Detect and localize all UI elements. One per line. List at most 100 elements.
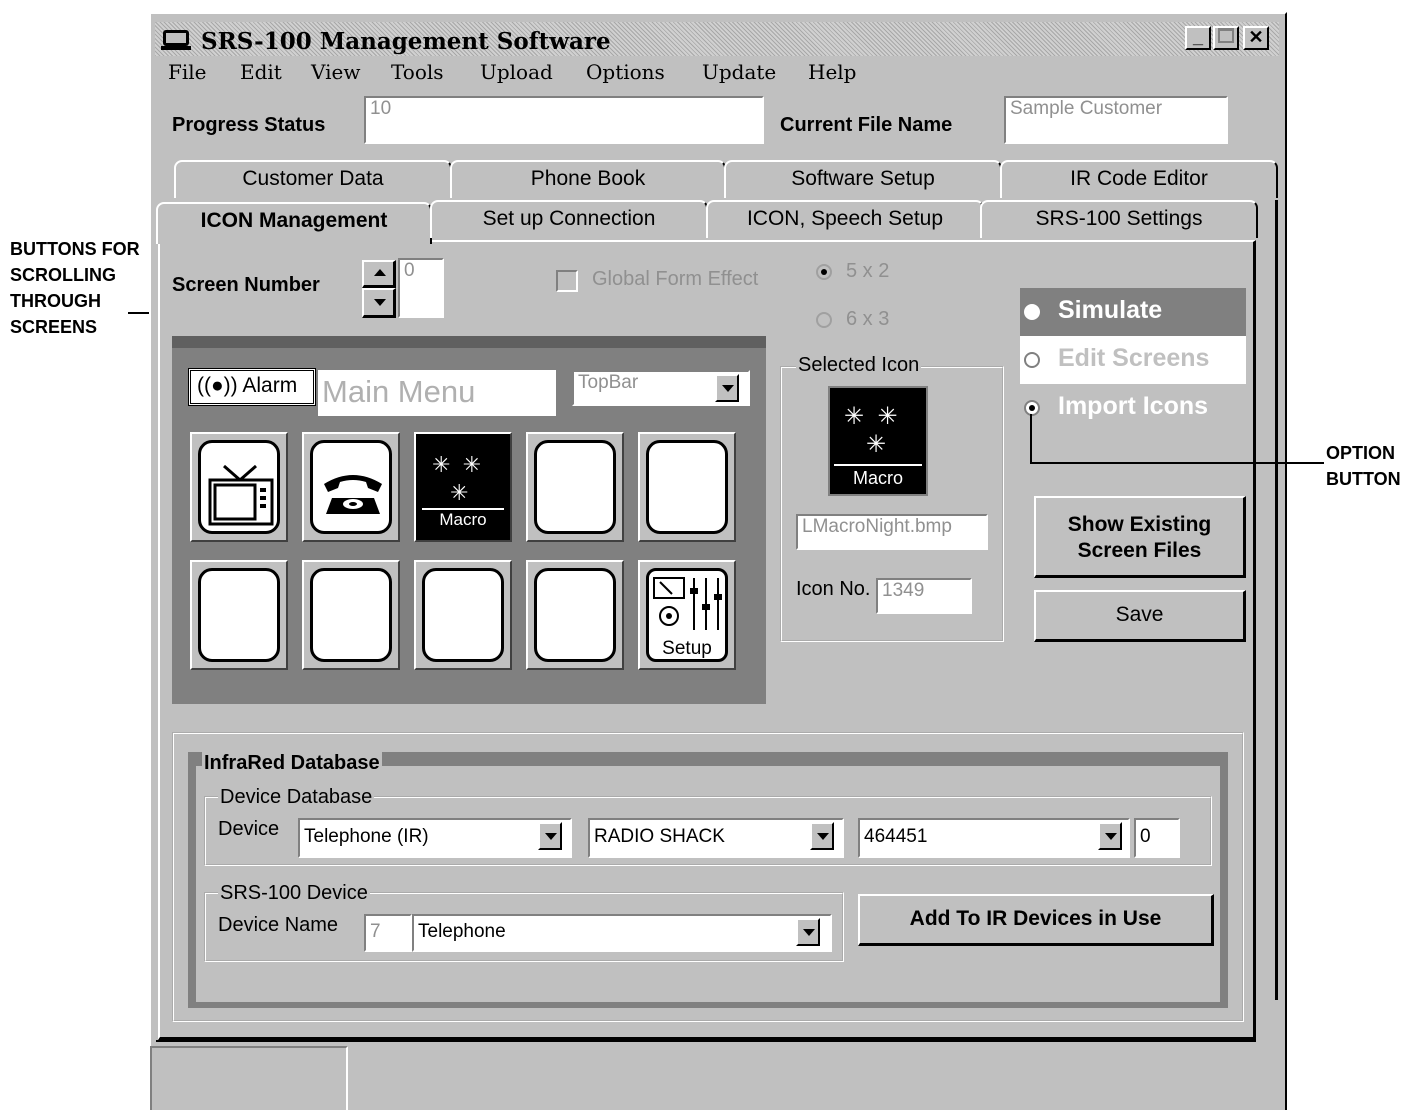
tv-icon xyxy=(208,464,274,526)
star-icon: ✳ xyxy=(866,431,887,458)
simulate-option[interactable]: Simulate xyxy=(1020,288,1246,336)
empty-slot-frame xyxy=(534,568,616,662)
layout-5x2-label: 5 x 2 xyxy=(846,260,890,282)
device-name-dropdown-button[interactable] xyxy=(796,918,820,946)
menu-view[interactable]: View xyxy=(311,60,360,84)
global-form-effect-checkbox[interactable] xyxy=(556,270,578,292)
screen-title-field[interactable]: Main Menu xyxy=(318,370,556,416)
save-button[interactable]: Save xyxy=(1034,590,1246,642)
tab-software-setup[interactable]: Software Setup xyxy=(724,160,1002,198)
menu-upload[interactable]: Upload xyxy=(480,60,553,84)
screen-preview: ((●)) Alarm Main Menu TopBar ✳ ✳ ✳ Macro… xyxy=(172,336,766,704)
device-dropdown-button[interactable] xyxy=(538,822,562,850)
edit-screens-option[interactable]: Edit Screens xyxy=(1020,336,1246,384)
tab-ir-code-editor[interactable]: IR Code Editor xyxy=(1000,160,1278,198)
tab-setup-connection[interactable]: Set up Connection xyxy=(430,200,708,238)
simulate-radio[interactable] xyxy=(1024,304,1040,320)
device-name-label: Device Name xyxy=(218,914,339,936)
menu-tools[interactable]: Tools xyxy=(391,60,444,84)
macro-divider xyxy=(834,464,922,466)
icon-slot-empty-1[interactable] xyxy=(526,432,624,542)
icon-no-label: Icon No. xyxy=(796,578,871,600)
code-select[interactable]: 464451 xyxy=(858,818,1130,858)
phone-icon xyxy=(324,475,382,514)
icon-slot-macro[interactable]: ✳ ✳ ✳ Macro xyxy=(414,432,512,542)
setup-label: Setup xyxy=(662,638,712,659)
alarm-icon: ((●)) xyxy=(197,374,238,397)
macro-label: Macro xyxy=(439,510,487,529)
alarm-button[interactable]: ((●)) Alarm xyxy=(188,368,316,406)
minimize-button[interactable]: _ xyxy=(1185,26,1211,50)
status-bar-pane xyxy=(150,1046,348,1110)
star-icon: ✳ xyxy=(450,480,469,505)
current-file-field[interactable]: Sample Customer xyxy=(1004,96,1228,144)
code-dropdown-button[interactable] xyxy=(1098,822,1122,850)
empty-slot-frame xyxy=(422,568,504,662)
device-number-field[interactable]: 7 xyxy=(364,914,412,952)
annotation-line-right-down xyxy=(1030,414,1032,463)
app-icon xyxy=(163,30,189,46)
icon-slot-empty-2[interactable] xyxy=(638,432,736,542)
annotation-option-button: OPTION BUTTON xyxy=(1326,443,1401,489)
device-database-label: Device Database xyxy=(218,786,375,809)
menu-file[interactable]: File xyxy=(168,60,207,84)
icon-slot-empty-3[interactable] xyxy=(190,560,288,670)
menu-options[interactable]: Options xyxy=(586,60,665,84)
import-icons-radio[interactable] xyxy=(1024,400,1040,416)
device-name-select[interactable]: Telephone xyxy=(412,914,832,952)
scroll-up-button[interactable] xyxy=(362,260,396,288)
add-to-ir-devices-button[interactable]: Add To IR Devices in Use xyxy=(858,894,1214,946)
stars-icon: ✳ ✳ xyxy=(844,403,898,430)
device-label: Device xyxy=(218,818,280,840)
tab-customer-data[interactable]: Customer Data xyxy=(174,160,452,198)
icon-no-field[interactable]: 1349 xyxy=(876,578,972,614)
annotation-line-right xyxy=(1030,462,1324,464)
layout-5x2-radio[interactable] xyxy=(816,264,832,280)
tab-icon-management[interactable]: ICON Management xyxy=(156,202,432,244)
icon-slot-phone[interactable] xyxy=(302,432,400,542)
menu-help[interactable]: Help xyxy=(808,60,856,84)
show-existing-screen-files-button[interactable]: Show Existing Screen Files xyxy=(1034,496,1246,578)
menu-edit[interactable]: Edit xyxy=(240,60,282,84)
arrow-down-icon xyxy=(374,299,386,306)
tab-panel-back-edge xyxy=(1256,200,1278,1000)
scroll-down-button[interactable] xyxy=(362,288,396,318)
icon-slot-setup[interactable]: Setup xyxy=(638,560,736,670)
window-title: SRS-100 Management Software xyxy=(201,28,611,55)
code-index-field[interactable]: 0 xyxy=(1134,818,1180,858)
global-form-effect-label: Global Form Effect xyxy=(592,268,759,290)
progress-status-field[interactable]: 10 xyxy=(364,96,764,144)
setup-icon xyxy=(653,577,722,630)
tab-icon-speech-setup[interactable]: ICON, Speech Setup xyxy=(706,200,984,238)
topbar-dropdown-button[interactable] xyxy=(715,374,739,402)
title-bar[interactable]: SRS-100 Management Software _ ✕ xyxy=(155,22,1279,56)
annotation-scroll-buttons: BUTTONS FOR SCROLLING THROUGH SCREENS xyxy=(10,239,140,337)
maximize-button[interactable] xyxy=(1213,26,1239,50)
screen-number-field[interactable]: 0 xyxy=(398,258,444,318)
edit-screens-label: Edit Screens xyxy=(1058,344,1210,372)
preview-top-border xyxy=(172,336,766,348)
layout-6x3-radio[interactable] xyxy=(816,312,832,328)
ir-database-title: InfraRed Database xyxy=(202,752,382,775)
icon-slot-empty-5[interactable] xyxy=(414,560,512,670)
tab-srs-settings[interactable]: SRS-100 Settings xyxy=(980,200,1258,238)
import-icons-option[interactable]: Import Icons xyxy=(1020,384,1246,432)
device-select[interactable]: Telephone (IR) xyxy=(298,818,572,858)
selected-icon-preview: ✳ ✳ ✳ Macro xyxy=(828,386,928,496)
icon-slot-empty-4[interactable] xyxy=(302,560,400,670)
empty-slot-frame xyxy=(310,568,392,662)
edit-screens-radio[interactable] xyxy=(1024,352,1040,368)
import-icons-label: Import Icons xyxy=(1058,392,1209,420)
empty-slot-frame xyxy=(198,568,280,662)
icon-slot-tv[interactable] xyxy=(190,432,288,542)
brand-select[interactable]: RADIO SHACK xyxy=(588,818,844,858)
empty-slot-frame xyxy=(646,440,728,534)
screen-number-label: Screen Number xyxy=(172,274,320,296)
empty-slot-frame xyxy=(534,440,616,534)
close-button[interactable]: ✕ xyxy=(1243,26,1269,50)
brand-dropdown-button[interactable] xyxy=(810,822,834,850)
icon-slot-empty-6[interactable] xyxy=(526,560,624,670)
tab-phone-book[interactable]: Phone Book xyxy=(450,160,726,198)
menu-update[interactable]: Update xyxy=(702,60,776,84)
selected-icon-file-field[interactable]: LMacroNight.bmp xyxy=(796,514,988,550)
